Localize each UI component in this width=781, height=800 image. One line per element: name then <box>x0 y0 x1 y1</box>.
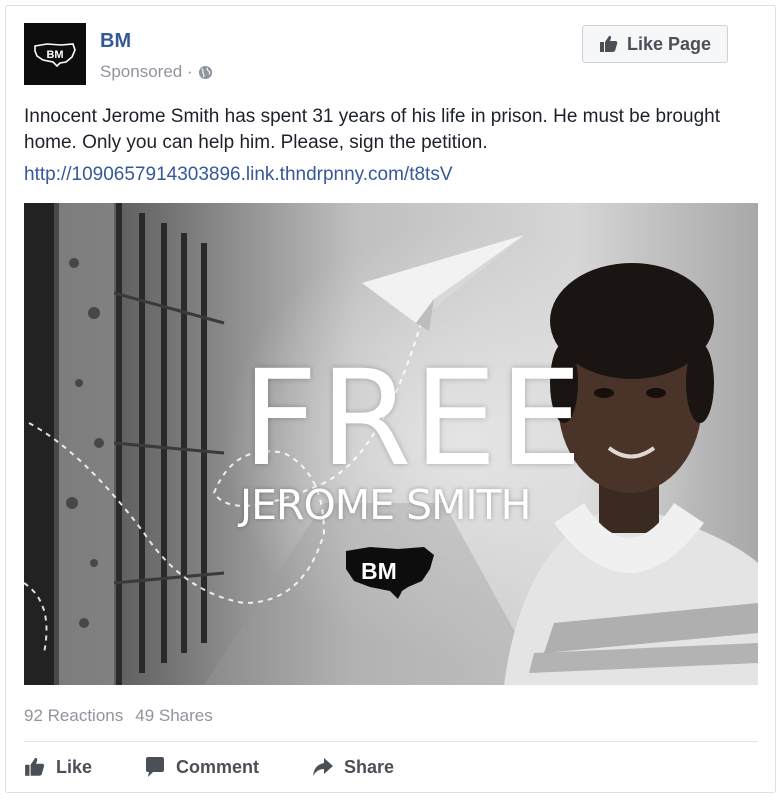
svg-text:BM: BM <box>46 49 63 61</box>
bm-logo: BM <box>33 41 77 68</box>
shares-count[interactable]: 49 Shares <box>135 706 213 726</box>
share-button[interactable]: Share <box>312 752 394 782</box>
thumbs-up-icon <box>599 34 619 54</box>
comment-label: Comment <box>176 756 260 777</box>
comment-icon <box>146 757 164 777</box>
sponsored-row: Sponsored · <box>100 62 213 82</box>
globe-icon[interactable] <box>198 65 213 80</box>
reactions-count[interactable]: 92 Reactions <box>24 706 123 726</box>
ad-image[interactable]: FREE JEROME SMITH BM <box>24 203 758 685</box>
sponsored-post-card: BM BM Sponsored · Like Page Innocent Jer… <box>5 5 776 793</box>
share-label: Share <box>344 756 395 777</box>
post-link[interactable]: http://1090657914303896.link.thndrpnny.c… <box>24 162 453 188</box>
bm-map-logo: BM <box>342 541 440 601</box>
page-name-link[interactable]: BM <box>100 30 131 53</box>
ad-subheadline: JEROME SMITH <box>240 481 531 529</box>
action-bar: Like Comment Share <box>24 752 758 782</box>
like-label: Like <box>56 756 93 777</box>
engagement-stats: 92 Reactions 49 Shares <box>24 706 213 726</box>
like-page-button[interactable]: Like Page <box>582 25 728 63</box>
page-avatar[interactable]: BM <box>24 23 86 85</box>
like-page-label: Like Page <box>626 33 712 54</box>
sponsored-label: Sponsored · <box>100 62 193 81</box>
like-button[interactable]: Like <box>24 752 92 782</box>
thumbs-up-icon <box>25 757 45 776</box>
ad-headline: FREE <box>242 342 585 496</box>
share-arrow-icon <box>313 758 333 776</box>
bm-map-logo-text: BM <box>361 558 397 584</box>
divider <box>24 741 758 742</box>
post-text: Innocent Jerome Smith has spent 31 years… <box>24 106 720 153</box>
comment-button[interactable]: Comment <box>144 752 259 782</box>
